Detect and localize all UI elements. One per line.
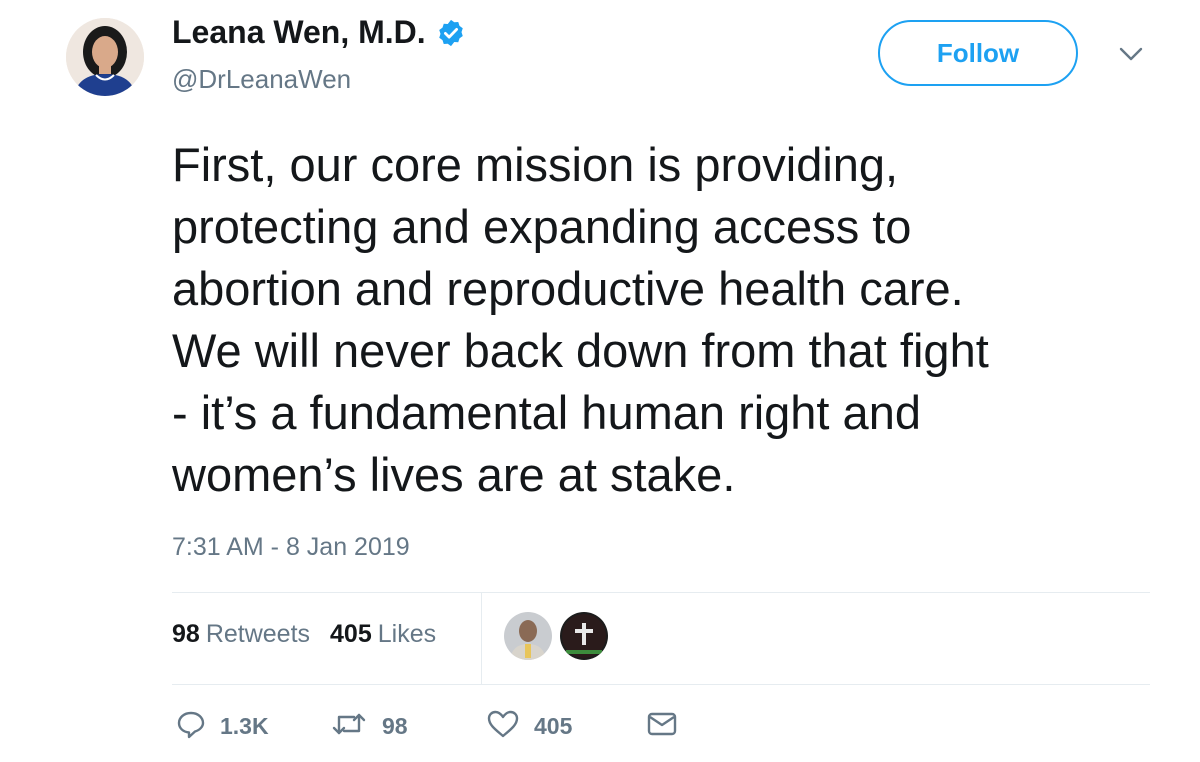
avatar-image <box>66 18 144 96</box>
reply-action[interactable]: 1.3K <box>176 706 269 746</box>
retweets-label: Retweets <box>205 620 311 648</box>
direct-message-action[interactable] <box>646 706 678 746</box>
author-handle[interactable]: @DrLeanaWen <box>172 64 351 95</box>
direct-message-icon <box>646 709 678 744</box>
divider-bottom <box>172 684 1150 685</box>
liker-avatar[interactable] <box>560 612 608 660</box>
author-name-row[interactable]: Leana Wen, M.D. <box>172 14 466 51</box>
likes-label: Likes <box>377 620 437 648</box>
tweet-card: Leana Wen, M.D. @DrLeanaWen Follow First… <box>0 0 1200 762</box>
follow-button[interactable]: Follow <box>878 20 1078 86</box>
reply-count: 1.3K <box>220 712 269 739</box>
stats-separator <box>481 592 482 684</box>
divider-top <box>172 592 1150 593</box>
retweet-count: 98 <box>382 712 408 739</box>
tweet-actions: 1.3K 98 405 <box>172 706 772 746</box>
retweets-count: 98 <box>172 620 200 648</box>
avatar[interactable] <box>66 18 144 96</box>
chevron-down-icon[interactable] <box>1118 44 1144 64</box>
retweets-stat[interactable]: 98 Retweets <box>172 620 310 649</box>
like-action[interactable]: 405 <box>486 706 572 746</box>
reply-icon <box>176 709 206 744</box>
tweet-stats: 98 Retweets 405 Likes <box>172 620 456 649</box>
verified-badge-icon <box>436 18 466 48</box>
likes-count: 405 <box>330 620 372 648</box>
liker-avatar[interactable] <box>504 612 552 660</box>
tweet-text: First, our core mission is providing, pr… <box>172 138 989 501</box>
like-icon <box>486 709 520 744</box>
like-count: 405 <box>534 712 573 739</box>
display-name[interactable]: Leana Wen, M.D. <box>172 14 426 51</box>
tweet-timestamp[interactable]: 7:31 AM - 8 Jan 2019 <box>172 533 410 562</box>
retweet-action[interactable]: 98 <box>330 706 408 746</box>
retweet-icon <box>330 709 368 744</box>
likes-stat[interactable]: 405 Likes <box>330 620 436 649</box>
